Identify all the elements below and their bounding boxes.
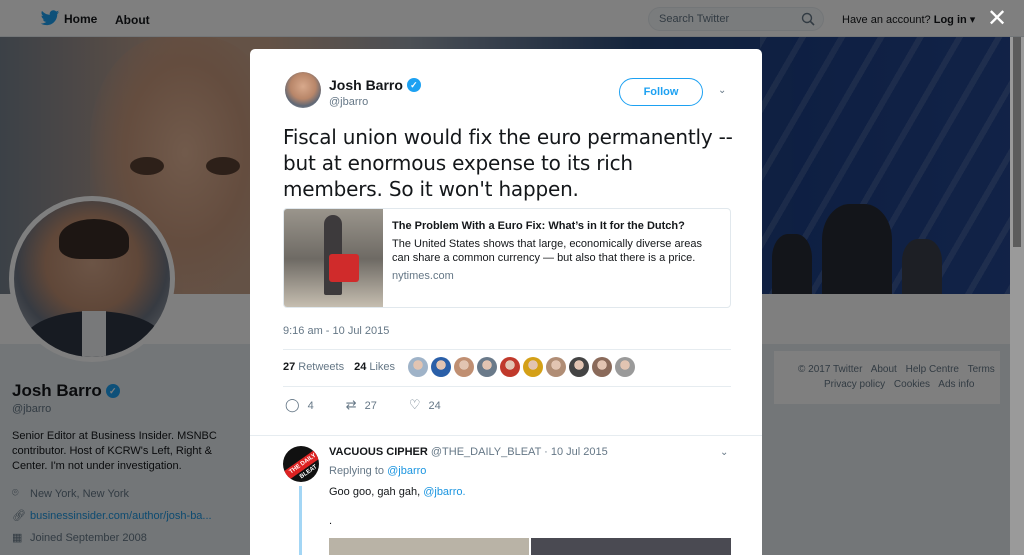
thread-connector-line xyxy=(299,486,302,555)
card-domain: nytimes.com xyxy=(392,270,454,282)
card-thumbnail-image xyxy=(284,209,383,307)
tweet-author-name-text[interactable]: Josh Barro xyxy=(329,77,403,93)
reply-avatar-text: THE DAILY BLEAT xyxy=(283,447,319,481)
tweet-modal: Josh Barro ✓ @jbarro Follow ⌄ Fiscal uni… xyxy=(250,49,762,555)
tweet-author-name[interactable]: Josh Barro ✓ xyxy=(329,77,421,93)
reply-icon: ◯ xyxy=(285,398,300,413)
retweet-count: 27 xyxy=(364,399,377,412)
divider xyxy=(250,435,762,436)
reply-text: Goo goo, gah gah, @jbarro. xyxy=(329,486,466,498)
liker-avatar[interactable] xyxy=(615,357,635,377)
divider xyxy=(283,386,731,387)
reply-separator: · xyxy=(544,446,548,458)
divider xyxy=(283,349,731,350)
reply-header: VACUOUS CIPHER @THE_DAILY_BLEAT · 10 Jul… xyxy=(329,446,608,458)
reply-date[interactable]: 10 Jul 2015 xyxy=(551,446,608,458)
retweets-count[interactable]: 27 xyxy=(283,361,295,373)
reply-mention-link[interactable]: @jbarro. xyxy=(423,486,465,498)
scrollbar-thumb[interactable] xyxy=(1013,37,1021,247)
replying-to-handle[interactable]: @jbarro xyxy=(387,465,426,477)
liker-avatar[interactable] xyxy=(523,357,543,377)
replying-to-label: Replying to xyxy=(329,465,385,477)
link-preview-card[interactable]: The Problem With a Euro Fix: What’s in I… xyxy=(283,208,731,308)
card-title[interactable]: The Problem With a Euro Fix: What’s in I… xyxy=(392,220,685,232)
liker-avatar[interactable] xyxy=(454,357,474,377)
liker-avatar[interactable] xyxy=(477,357,497,377)
tweet-text: Fiscal union would fix the euro permanen… xyxy=(283,125,733,201)
retweet-icon: ⇄ xyxy=(345,398,357,413)
chevron-down-icon[interactable]: ⌄ xyxy=(718,85,728,96)
liker-avatar[interactable] xyxy=(500,357,520,377)
chevron-down-icon[interactable]: ⌄ xyxy=(720,447,728,458)
liker-avatar[interactable] xyxy=(431,357,451,377)
likes-count[interactable]: 24 xyxy=(354,361,366,373)
reply-author-handle[interactable]: @THE_DAILY_BLEAT xyxy=(431,446,541,458)
heart-icon: ♡ xyxy=(408,398,421,413)
reply-text-line2: . xyxy=(329,515,333,527)
reply-text-body: Goo goo, gah gah, xyxy=(329,486,421,498)
tweet-author-handle[interactable]: @jbarro xyxy=(329,96,368,108)
liker-avatar[interactable] xyxy=(592,357,612,377)
follow-button[interactable]: Follow xyxy=(619,78,703,106)
tweet-stats: 27 Retweets 24 Likes xyxy=(283,361,395,373)
reply-media-preview[interactable] xyxy=(329,538,731,555)
reply-button[interactable]: ◯ 4 xyxy=(285,398,314,413)
liker-avatar[interactable] xyxy=(408,357,428,377)
retweets-label[interactable]: Retweets xyxy=(298,361,344,373)
like-count: 24 xyxy=(428,399,441,412)
retweet-button[interactable]: ⇄ 27 xyxy=(346,398,377,413)
card-description: The United States shows that large, econ… xyxy=(392,238,702,264)
close-icon[interactable]: ✕ xyxy=(985,6,1009,31)
like-button[interactable]: ♡ 24 xyxy=(409,398,441,413)
likes-label[interactable]: Likes xyxy=(369,361,395,373)
replying-to: Replying to @jbarro xyxy=(329,465,426,477)
scrollbar[interactable] xyxy=(1010,37,1024,555)
verified-badge-icon: ✓ xyxy=(406,78,421,92)
tweet-timestamp[interactable]: 9:16 am - 10 Jul 2015 xyxy=(283,325,389,337)
reply-author-avatar[interactable]: THE DAILY BLEAT xyxy=(283,446,319,482)
likers-avatar-list xyxy=(408,357,638,377)
liker-avatar[interactable] xyxy=(546,357,566,377)
reply-count: 4 xyxy=(307,399,314,412)
reply-author-name[interactable]: VACUOUS CIPHER xyxy=(329,446,428,458)
tweet-author-avatar[interactable] xyxy=(285,72,321,108)
tweet-actions: ◯ 4 ⇄ 27 ♡ 24 xyxy=(285,398,473,413)
liker-avatar[interactable] xyxy=(569,357,589,377)
